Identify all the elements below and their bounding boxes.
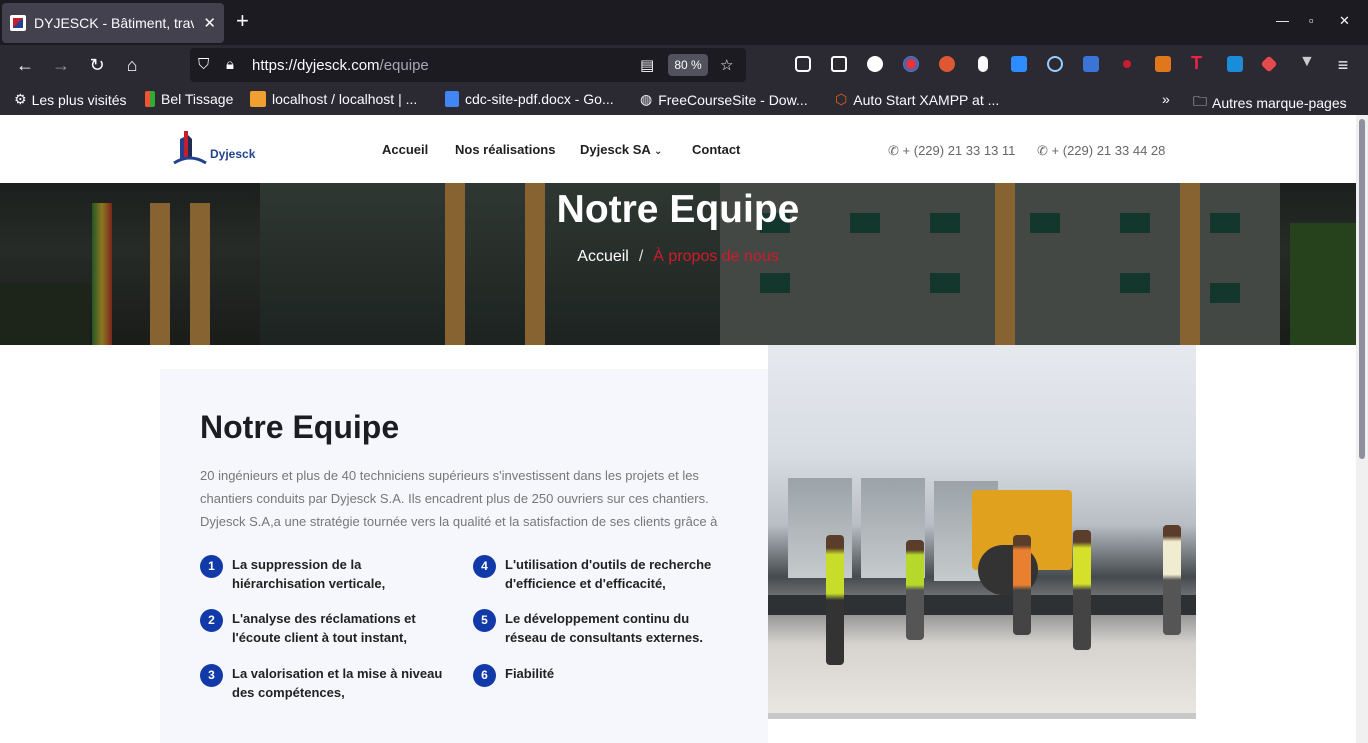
zoom-meeting-icon[interactable] bbox=[1011, 56, 1027, 72]
new-tab-button[interactable]: + bbox=[236, 10, 249, 32]
xampp-icon: ⬡ bbox=[835, 91, 848, 107]
address-bar[interactable]: ⛉ 🔒︎ https://dyjesck.com/equipe ▤ 80 % ☆ bbox=[190, 48, 746, 82]
extension-t-red-icon[interactable]: T bbox=[1191, 53, 1207, 73]
navigation-toolbar: ← → ↻ ⌂ ⛉ 🔒︎ https://dyjesck.com/equipe … bbox=[0, 45, 1368, 85]
page-scrollbar[interactable] bbox=[1356, 115, 1368, 743]
pocket-icon[interactable] bbox=[795, 56, 811, 72]
feature-item-3: 3 La valorisation et la mise à niveau de… bbox=[200, 664, 452, 702]
reload-button[interactable]: ↻ bbox=[86, 54, 108, 76]
vue-devtools-icon[interactable]: ▼ bbox=[1299, 53, 1315, 70]
extension-fi-icon[interactable] bbox=[1227, 56, 1243, 72]
breadcrumb-separator: / bbox=[638, 248, 644, 265]
menu-accueil[interactable]: Accueil bbox=[382, 142, 428, 157]
team-info-card: Notre Equipe 20 ingénieurs et plus de 40… bbox=[160, 369, 768, 743]
reader-view-icon[interactable]: ▤ bbox=[640, 56, 654, 74]
react-devtools-icon[interactable] bbox=[1047, 56, 1063, 72]
extension-t-icon[interactable] bbox=[867, 56, 883, 72]
feature-number-badge: 2 bbox=[200, 609, 223, 632]
feature-number-badge: 1 bbox=[200, 555, 223, 578]
feature-text: Le développement continu du réseau de co… bbox=[505, 611, 703, 645]
bookmark-bel-tissage[interactable]: Bel Tissage bbox=[145, 91, 233, 107]
phone-number-1[interactable]: ✆ + (229) 21 33 13 11 bbox=[888, 143, 1015, 159]
extension-red-icon[interactable] bbox=[1123, 60, 1131, 68]
shield-icon[interactable]: ⛉ bbox=[198, 56, 209, 73]
phone-icon: ✆ bbox=[888, 143, 899, 158]
phpmyadmin-icon bbox=[250, 91, 266, 107]
gear-icon: ⚙ bbox=[14, 91, 27, 107]
more-bookmarks-chevron-icon[interactable]: » bbox=[1162, 91, 1170, 107]
tab-close-icon[interactable]: ✕ bbox=[203, 14, 216, 32]
metamask-icon[interactable] bbox=[1155, 56, 1171, 72]
close-window-icon[interactable]: ✕ bbox=[1339, 13, 1350, 29]
feature-text: Fiabilité bbox=[505, 666, 555, 681]
zoom-level[interactable]: 80 % bbox=[668, 54, 708, 76]
menu-contact[interactable]: Contact bbox=[692, 142, 740, 157]
phone-number-2[interactable]: ✆ + (229) 21 33 44 28 bbox=[1037, 143, 1165, 159]
bookmark-most-visited[interactable]: ⚙ Les plus visités bbox=[14, 91, 127, 108]
breadcrumb-home-link[interactable]: Accueil bbox=[577, 248, 629, 265]
feature-item-6: 6 Fiabilité bbox=[473, 664, 725, 687]
feature-item-5: 5 Le développement continu du réseau de … bbox=[473, 609, 725, 647]
color-picker-icon[interactable] bbox=[903, 56, 919, 72]
bookmark-freecoursesite[interactable]: ◍ FreeCourseSite - Dow... bbox=[640, 91, 808, 108]
doc-icon bbox=[445, 91, 459, 107]
bookmark-localhost[interactable]: localhost / localhost | ... bbox=[250, 91, 417, 107]
h-icon bbox=[145, 91, 155, 107]
site-header: Dyjesck Accueil Nos réalisations Dyjesck… bbox=[0, 115, 1356, 183]
forward-button[interactable]: → bbox=[50, 54, 72, 76]
tab-title: DYJESCK - Bâtiment, trav bbox=[34, 15, 194, 31]
lock-icon[interactable]: 🔒︎ bbox=[226, 56, 234, 73]
bookmark-other-folder[interactable]: 🗀 Autres marque-pages bbox=[1193, 91, 1347, 115]
breadcrumb: Accueil / À propos de nous bbox=[0, 248, 1356, 266]
tab-active[interactable]: DYJESCK - Bâtiment, trav ✕ bbox=[2, 3, 224, 43]
back-button[interactable]: ← bbox=[14, 54, 36, 76]
hero-title: Notre Equipe bbox=[556, 188, 800, 231]
site-favicon-icon bbox=[10, 15, 26, 31]
feature-text: L'analyse des réclamations et l'écoute c… bbox=[232, 611, 416, 645]
logo-building-icon bbox=[173, 131, 207, 165]
bookmark-xampp[interactable]: ⬡ Auto Start XAMPP at ... bbox=[835, 91, 999, 108]
globe-icon: ◍ bbox=[640, 91, 653, 107]
menu-dyjesck-sa[interactable]: Dyjesck SA ⌄ bbox=[580, 142, 662, 157]
chevron-down-icon: ⌄ bbox=[653, 146, 663, 157]
section-title: Notre Equipe bbox=[200, 409, 400, 445]
mouse-icon[interactable] bbox=[978, 56, 988, 72]
feature-number-badge: 4 bbox=[473, 555, 496, 578]
bookmark-star-icon[interactable]: ☆ bbox=[720, 56, 733, 74]
folder-icon: 🗀 bbox=[1193, 93, 1207, 109]
translate-icon[interactable] bbox=[1083, 56, 1099, 72]
phone-icon: ✆ bbox=[1037, 143, 1048, 158]
menu-icon[interactable]: ≡ bbox=[1332, 54, 1354, 76]
bookmark-cdc-doc[interactable]: cdc-site-pdf.docx - Go... bbox=[445, 91, 614, 107]
menu-realisations[interactable]: Nos réalisations bbox=[455, 142, 555, 157]
section-description: 20 ingénieurs et plus de 40 techniciens … bbox=[200, 468, 718, 529]
sidebar-icon[interactable] bbox=[831, 56, 847, 72]
feature-item-2: 2 L'analyse des réclamations et l'écoute… bbox=[200, 609, 452, 647]
logo-text: Dyjesck bbox=[210, 147, 256, 161]
feature-text: La suppression de la hiérarchisation ver… bbox=[232, 557, 386, 591]
feature-number-badge: 6 bbox=[473, 664, 496, 687]
url-text[interactable]: https://dyjesck.com/equipe bbox=[252, 57, 429, 74]
scrollbar-thumb[interactable] bbox=[1359, 119, 1365, 459]
feature-number-badge: 5 bbox=[473, 609, 496, 632]
breadcrumb-current: À propos de nous bbox=[653, 248, 779, 265]
feature-text: La valorisation et la mise à niveau des … bbox=[232, 666, 443, 700]
feature-text: L'utilisation d'outils de recherche d'ef… bbox=[505, 557, 712, 591]
eraser-icon[interactable] bbox=[1260, 55, 1278, 73]
feature-item-4: 4 L'utilisation d'outils de recherche d'… bbox=[473, 555, 725, 593]
tab-strip: DYJESCK - Bâtiment, trav ✕ + — ▫ ✕ bbox=[0, 0, 1368, 45]
feature-number-badge: 3 bbox=[200, 664, 223, 687]
bookmarks-bar: ⚙ Les plus visités Bel Tissage localhost … bbox=[0, 85, 1368, 115]
home-button[interactable]: ⌂ bbox=[121, 54, 143, 76]
feature-item-1: 1 La suppression de la hiérarchisation v… bbox=[200, 555, 452, 593]
photo-shadow-bar bbox=[768, 713, 1196, 719]
site-logo[interactable]: Dyjesck bbox=[172, 129, 256, 169]
hero-banner: Notre Equipe Accueil / À propos de nous bbox=[0, 183, 1356, 345]
web-page: Dyjesck Accueil Nos réalisations Dyjesck… bbox=[0, 115, 1356, 743]
minimize-icon[interactable]: — bbox=[1276, 13, 1289, 28]
duckduckgo-icon[interactable] bbox=[939, 56, 955, 72]
maximize-icon[interactable]: ▫ bbox=[1309, 13, 1314, 28]
